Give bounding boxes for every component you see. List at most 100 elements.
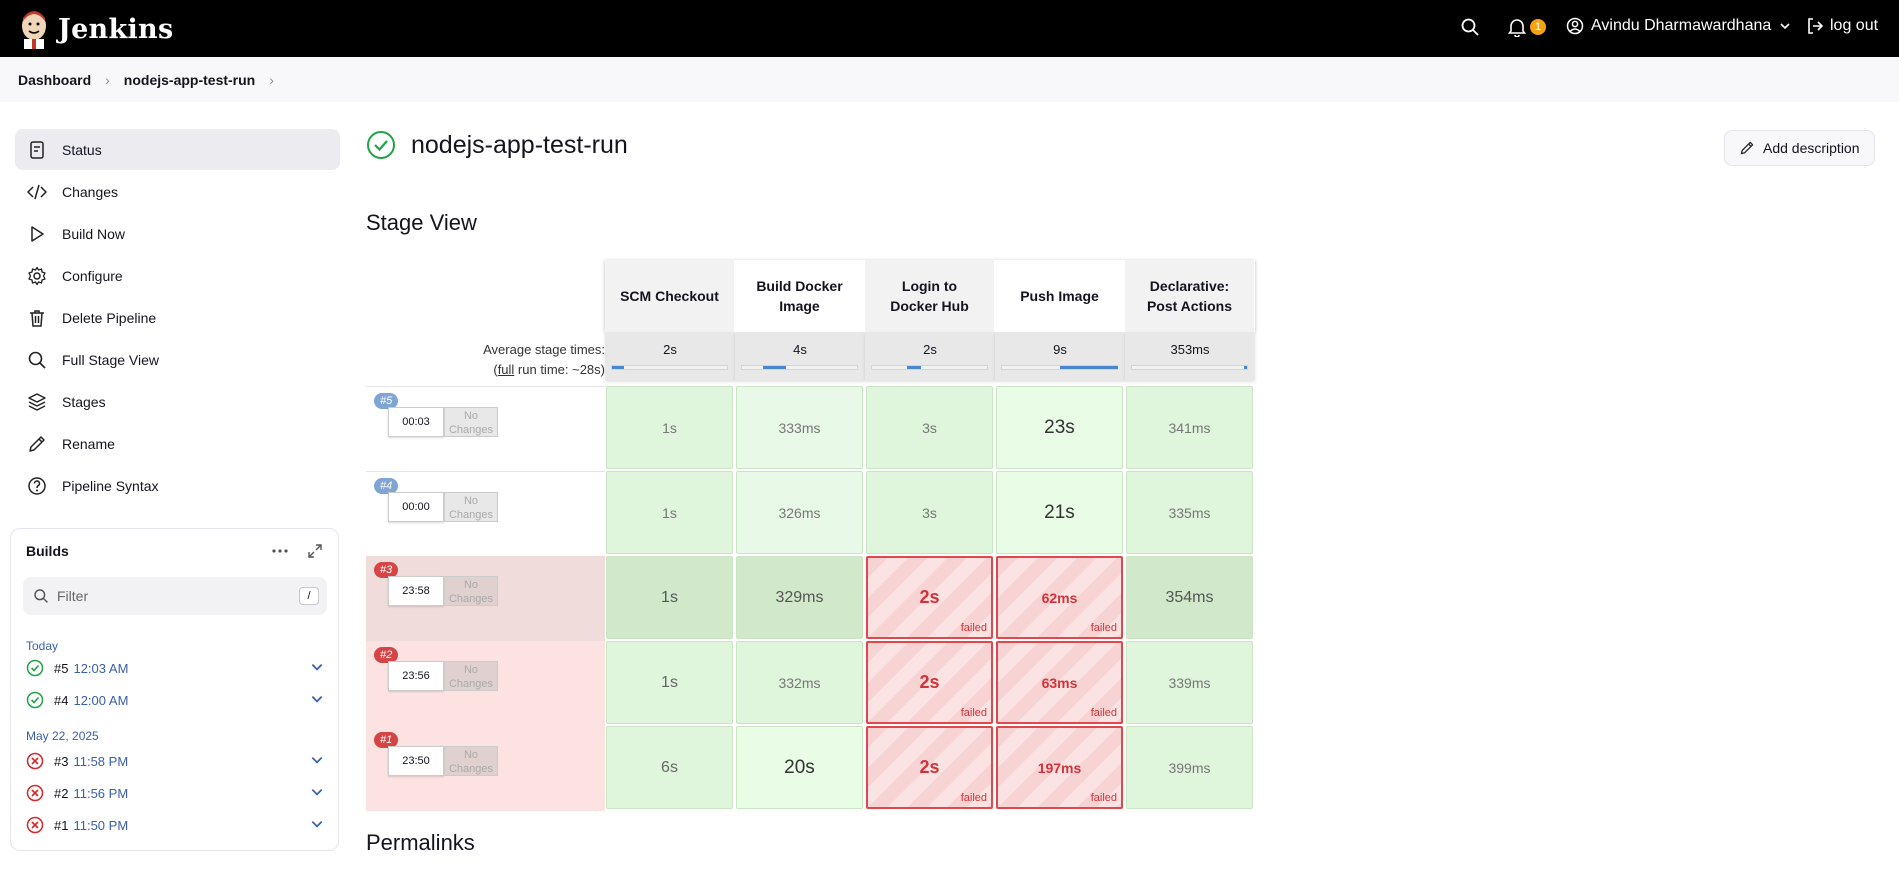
breadcrumb-job[interactable]: nodejs-app-test-run <box>124 72 255 88</box>
sidebar-item-rename[interactable]: Rename <box>15 423 340 464</box>
stage-duration: 63ms <box>1041 674 1078 691</box>
chevron-down-icon[interactable] <box>310 817 324 831</box>
sidebar-item-label: Build Now <box>62 225 126 242</box>
add-description-button[interactable]: Add description <box>1724 130 1875 166</box>
logout-link[interactable]: log out <box>1806 17 1878 35</box>
sidebar-item-stages[interactable]: Stages <box>15 381 340 422</box>
run-meta: #3 23:58 No Changes <box>366 556 605 641</box>
stage-duration: 1s <box>662 419 677 436</box>
run-changes: No Changes <box>444 661 498 691</box>
stage-cell-success[interactable]: 20s <box>736 726 863 809</box>
sidebar-item-delete-pipeline[interactable]: Delete Pipeline <box>15 297 340 338</box>
search-icon <box>1461 18 1479 36</box>
stage-cell-success[interactable]: 1s <box>606 641 733 724</box>
stage-duration: 2s <box>919 587 940 607</box>
search-button[interactable] <box>1460 17 1482 39</box>
success-icon <box>367 131 395 159</box>
stage-cell-success[interactable]: 335ms <box>1126 471 1253 554</box>
average-time-value: 9s <box>1053 342 1067 357</box>
stage-cell-success[interactable]: 1s <box>606 556 733 639</box>
sidebar-item-changes[interactable]: Changes <box>15 171 340 212</box>
chevron-down-icon[interactable] <box>310 753 324 767</box>
stage-cell-success[interactable]: 3s <box>866 386 993 469</box>
stage-cell-success[interactable]: 1s <box>606 386 733 469</box>
stage-cell-success[interactable]: 354ms <box>1126 556 1253 639</box>
expand-icon[interactable] <box>307 543 323 559</box>
stage-cell-success[interactable]: 339ms <box>1126 641 1253 724</box>
average-time-bar-fill <box>907 366 921 369</box>
more-options-icon[interactable] <box>271 543 289 559</box>
stage-cell-failed[interactable]: 2s failed <box>866 556 993 639</box>
stage-cell-success[interactable]: 23s <box>996 386 1123 469</box>
average-time-bar <box>871 365 988 370</box>
stage-cell-failed[interactable]: 63ms failed <box>996 641 1123 724</box>
user-menu[interactable]: Avindu Dharmawardhana <box>1566 17 1791 35</box>
stage-cell-success[interactable]: 399ms <box>1126 726 1253 809</box>
average-time-bar-fill <box>1060 366 1118 369</box>
build-time[interactable]: 12:03 AM <box>73 661 128 676</box>
stage-cell-success[interactable]: 6s <box>606 726 733 809</box>
average-stage-times-label: Average stage times: (full run time: ~28… <box>483 342 605 377</box>
sidebar-item-label: Status <box>62 141 102 158</box>
build-row-3[interactable]: #3 11:58 PM <box>26 748 326 774</box>
stage-cell-failed[interactable]: 197ms failed <box>996 726 1123 809</box>
sidebar-item-pipeline-syntax[interactable]: Pipeline Syntax <box>15 465 340 506</box>
build-number: #4 <box>54 692 69 708</box>
stage-cell-success[interactable]: 341ms <box>1126 386 1253 469</box>
average-time-value: 2s <box>663 342 677 357</box>
stage-duration: 21s <box>1044 501 1075 523</box>
stage-duration: 2s <box>919 757 940 777</box>
notifications-button[interactable]: 1 <box>1508 17 1546 37</box>
stage-cell-success[interactable]: 332ms <box>736 641 863 724</box>
build-row-1[interactable]: #1 11:50 PM <box>26 812 326 838</box>
help-icon <box>28 476 46 495</box>
top-header: Jenkins 1 Avindu Dharmawardhana log out <box>0 0 1899 57</box>
stage-cell-success[interactable]: 21s <box>996 471 1123 554</box>
stage-duration: 23s <box>1044 416 1075 438</box>
stage-cell-failed[interactable]: 2s failed <box>866 726 993 809</box>
success-icon <box>26 691 44 709</box>
sidebar-item-label: Full Stage View <box>62 351 160 368</box>
stage-cell-success[interactable]: 1s <box>606 471 733 554</box>
build-row-4[interactable]: #4 12:00 AM <box>26 687 326 713</box>
sidebar-item-configure[interactable]: Configure <box>15 255 340 296</box>
build-time[interactable]: 11:56 PM <box>73 786 128 801</box>
breadcrumb: Dashboard › nodejs-app-test-run › <box>0 57 1899 102</box>
run-changes: No Changes <box>444 492 498 522</box>
build-time[interactable]: 11:50 PM <box>73 818 128 833</box>
stage-header-login-docker-hub: Login to Docker Hub <box>865 260 995 332</box>
sidebar-item-label: Changes <box>62 183 119 200</box>
builds-filter-input[interactable] <box>57 588 277 604</box>
stage-cell-success[interactable]: 3s <box>866 471 993 554</box>
build-row-5[interactable]: #5 12:03 AM <box>26 655 326 681</box>
build-time[interactable]: 11:58 PM <box>73 754 128 769</box>
run-meta: #4 00:00 No Changes <box>366 471 605 556</box>
stage-cell-failed[interactable]: 62ms failed <box>996 556 1123 639</box>
stage-duration: 6s <box>661 758 678 776</box>
build-number: #1 <box>54 817 69 833</box>
sidebar-item-build-now[interactable]: Build Now <box>15 213 340 254</box>
chevron-down-icon[interactable] <box>310 785 324 799</box>
sidebar-item-label: Delete Pipeline <box>62 309 157 326</box>
breadcrumb-dropdown-icon[interactable]: › <box>269 72 274 88</box>
average-stage-time: 4s <box>735 332 865 380</box>
breadcrumb-dashboard[interactable]: Dashboard <box>18 72 91 88</box>
add-description-label: Add description <box>1763 140 1860 156</box>
brand-name: Jenkins <box>58 13 174 45</box>
stage-cell-success[interactable]: 329ms <box>736 556 863 639</box>
side-panel: Status Changes Build Now Configure Delet… <box>15 129 340 507</box>
average-stage-time: 9s <box>995 332 1125 380</box>
stage-cell-success[interactable]: 333ms <box>736 386 863 469</box>
chevron-down-icon[interactable] <box>310 660 324 674</box>
stage-duration: 197ms <box>1037 759 1082 776</box>
build-time[interactable]: 12:00 AM <box>73 693 128 708</box>
full-run-time-link[interactable]: full <box>498 362 515 377</box>
jenkins-home-link[interactable]: Jenkins <box>18 8 173 50</box>
build-row-2[interactable]: #2 11:56 PM <box>26 780 326 806</box>
sidebar-item-status[interactable]: Status <box>15 129 340 170</box>
stage-cell-success[interactable]: 326ms <box>736 471 863 554</box>
chevron-down-icon[interactable] <box>310 692 324 706</box>
build-number: #2 <box>54 785 69 801</box>
stage-cell-failed[interactable]: 2s failed <box>866 641 993 724</box>
sidebar-item-full-stage-view[interactable]: Full Stage View <box>15 339 340 380</box>
